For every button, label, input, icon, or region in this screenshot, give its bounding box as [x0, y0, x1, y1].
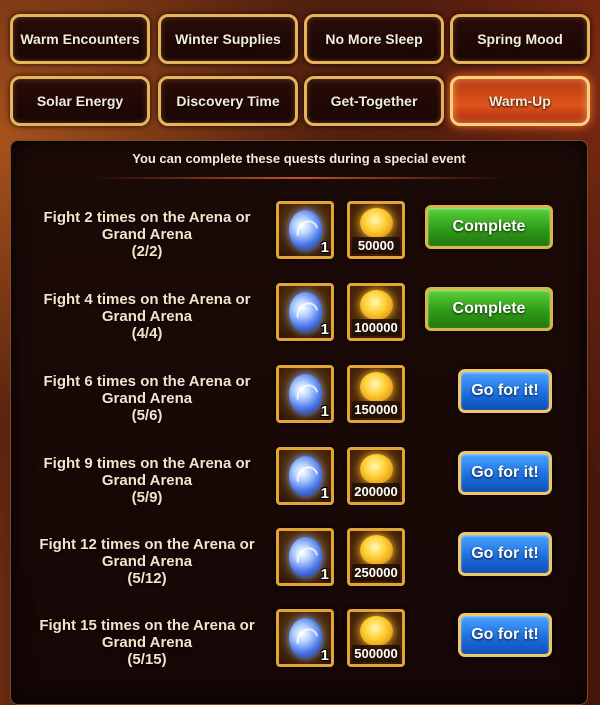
complete-button[interactable]: Complete — [425, 205, 553, 249]
quest-progress: (5/15) — [127, 651, 167, 668]
quest-row: Fight 15 times on the Arena or Grand Are… — [11, 609, 589, 689]
gold-amount: 500000 — [352, 645, 400, 662]
gold-reward-slot[interactable]: 150000 — [347, 365, 405, 423]
quest-row: Fight 4 times on the Arena or Grand Aren… — [11, 283, 589, 363]
quest-description: Fight 2 times on the Arena or Grand Aren… — [21, 209, 273, 260]
gold-amount: 250000 — [352, 564, 400, 581]
quest-description: Fight 4 times on the Arena or Grand Aren… — [21, 291, 273, 342]
tab-discovery-time[interactable]: Discovery Time — [158, 76, 298, 126]
orb-quantity: 1 — [320, 485, 329, 502]
quest-progress: (2/2) — [131, 243, 163, 260]
orb-quantity: 1 — [320, 403, 329, 420]
gold-coin-icon — [360, 454, 393, 484]
orb-quantity: 1 — [320, 239, 329, 256]
gold-amount: 100000 — [352, 319, 400, 336]
orb-reward-slot[interactable]: 1 — [276, 609, 334, 667]
orb-reward-slot[interactable]: 1 — [276, 528, 334, 586]
complete-button[interactable]: Complete — [425, 287, 553, 331]
tab-warm-up[interactable]: Warm-Up — [450, 76, 590, 126]
tab-solar-energy[interactable]: Solar Energy — [10, 76, 150, 126]
gold-coin-icon — [360, 290, 393, 320]
gold-reward-slot[interactable]: 250000 — [347, 528, 405, 586]
quest-text: Fight 4 times on the Arena or Grand Aren… — [43, 291, 251, 325]
orb-quantity: 1 — [320, 566, 329, 583]
orb-reward-slot[interactable]: 1 — [276, 365, 334, 423]
quest-text: Fight 12 times on the Arena or Grand Are… — [39, 536, 255, 570]
go-for-it-button[interactable]: Go for it! — [458, 532, 552, 576]
go-for-it-button[interactable]: Go for it! — [458, 613, 552, 657]
go-for-it-button[interactable]: Go for it! — [458, 451, 552, 495]
quest-description: Fight 9 times on the Arena or Grand Aren… — [21, 455, 273, 506]
gold-reward-slot[interactable]: 50000 — [347, 201, 405, 259]
tab-winter-supplies[interactable]: Winter Supplies — [158, 14, 298, 64]
gold-coin-icon — [360, 616, 393, 646]
orb-quantity: 1 — [320, 321, 329, 338]
gold-amount: 50000 — [352, 237, 400, 254]
gold-amount: 150000 — [352, 401, 400, 418]
gold-reward-slot[interactable]: 500000 — [347, 609, 405, 667]
quest-progress: (5/12) — [127, 570, 167, 587]
go-for-it-button[interactable]: Go for it! — [458, 369, 552, 413]
quest-description: Fight 12 times on the Arena or Grand Are… — [21, 536, 273, 587]
tab-spring-mood[interactable]: Spring Mood — [450, 14, 590, 64]
tab-no-more-sleep[interactable]: No More Sleep — [304, 14, 444, 64]
quest-row: Fight 2 times on the Arena or Grand Aren… — [11, 201, 589, 281]
gold-coin-icon — [360, 535, 393, 565]
orb-reward-slot[interactable]: 1 — [276, 201, 334, 259]
gold-coin-icon — [360, 372, 393, 402]
quest-progress: (5/6) — [131, 407, 163, 424]
divider — [91, 177, 507, 179]
tab-warm-encounters[interactable]: Warm Encounters — [10, 14, 150, 64]
quest-row: Fight 6 times on the Arena or Grand Aren… — [11, 365, 589, 445]
quest-description: Fight 6 times on the Arena or Grand Aren… — [21, 373, 273, 424]
gold-reward-slot[interactable]: 200000 — [347, 447, 405, 505]
quest-text: Fight 2 times on the Arena or Grand Aren… — [43, 209, 251, 243]
gold-reward-slot[interactable]: 100000 — [347, 283, 405, 341]
quest-row: Fight 12 times on the Arena or Grand Are… — [11, 528, 589, 608]
gold-amount: 200000 — [352, 483, 400, 500]
quest-progress: (4/4) — [131, 325, 163, 342]
gold-coin-icon — [360, 208, 393, 238]
quest-text: Fight 6 times on the Arena or Grand Aren… — [43, 373, 251, 407]
quest-text: Fight 9 times on the Arena or Grand Aren… — [43, 455, 251, 489]
quest-text: Fight 15 times on the Arena or Grand Are… — [39, 617, 255, 651]
quest-progress: (5/9) — [131, 489, 163, 506]
tab-get-together[interactable]: Get-Together — [304, 76, 444, 126]
event-note: You can complete these quests during a s… — [132, 151, 466, 166]
quest-panel: You can complete these quests during a s… — [10, 140, 588, 705]
orb-reward-slot[interactable]: 1 — [276, 447, 334, 505]
quest-row: Fight 9 times on the Arena or Grand Aren… — [11, 447, 589, 527]
orb-reward-slot[interactable]: 1 — [276, 283, 334, 341]
quest-description: Fight 15 times on the Arena or Grand Are… — [21, 617, 273, 668]
orb-quantity: 1 — [320, 647, 329, 664]
